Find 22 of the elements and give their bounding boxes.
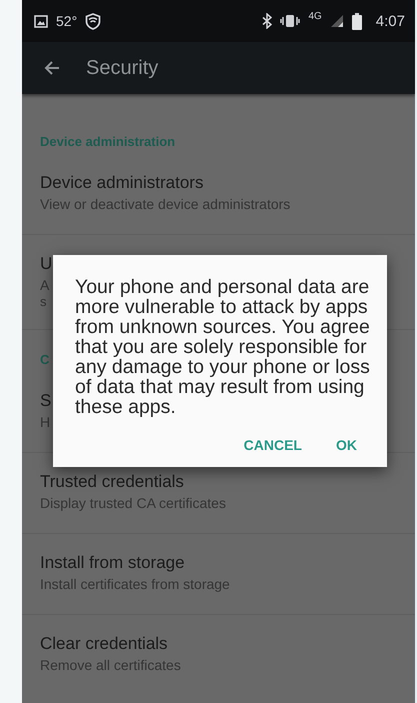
battery-icon — [352, 12, 362, 30]
cancel-button[interactable]: CANCEL — [234, 429, 312, 461]
vibrate-icon — [280, 13, 300, 29]
shield-icon — [85, 12, 102, 30]
setting-title[interactable]: Trusted credentials — [40, 471, 184, 493]
setting-title[interactable]: Device administrators — [40, 172, 204, 194]
section-header: C — [39, 351, 50, 369]
setting-title[interactable]: U — [40, 253, 52, 275]
setting-title[interactable]: S — [40, 390, 52, 412]
image-icon — [34, 14, 48, 28]
network-type: 4G — [308, 11, 322, 22]
clock: 4:07 — [376, 12, 405, 30]
dialog-message: Your phone and personal data are more vulnerable to attack by apps from unknown sources. You agree that you are solely responsible for any damage to your phone or loss of data that may result from using these apps. — [75, 277, 371, 417]
setting-title[interactable]: Install from storage — [40, 552, 185, 574]
setting-title[interactable]: Clear credentials — [40, 633, 168, 655]
section-header: Device administration — [39, 133, 176, 151]
back-button[interactable] — [44, 61, 60, 75]
signal-icon — [330, 14, 344, 28]
ok-button[interactable]: OK — [326, 429, 367, 461]
temperature: 52° — [56, 13, 78, 29]
bluetooth-icon — [262, 13, 272, 29]
screen-title: Security — [86, 56, 158, 80]
